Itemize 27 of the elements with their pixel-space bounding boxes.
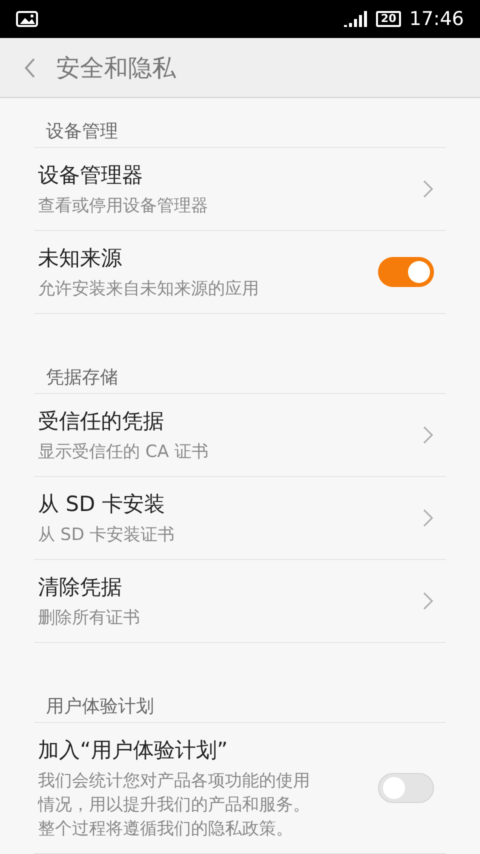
section-header: 设备管理: [46, 121, 118, 142]
status-time: 17:46: [409, 6, 464, 32]
section-header: 凭据存储: [46, 367, 118, 388]
item-subtitle: 显示受信任的 CA 证书: [38, 441, 208, 464]
item-title[interactable]: 从 SD 卡安装: [38, 489, 175, 519]
toggle-switch[interactable]: [378, 773, 434, 803]
item-title[interactable]: 未知来源: [38, 243, 259, 273]
toggle-switch[interactable]: [378, 257, 434, 287]
item-title[interactable]: 受信任的凭据: [38, 406, 208, 436]
item-subtitle: 从 SD 卡安装证书: [38, 524, 175, 547]
chevron-right-icon: [422, 508, 434, 528]
page-title: 安全和隐私: [56, 52, 176, 84]
item-title[interactable]: 清除凭据: [38, 572, 140, 602]
item-subtitle: 允许安装来自未知来源的应用: [38, 278, 259, 301]
back-icon[interactable]: [24, 56, 36, 78]
chevron-right-icon: [422, 591, 434, 611]
signal-icon: [344, 11, 368, 27]
section-header: 用户体验计划: [46, 696, 154, 717]
chevron-right-icon: [422, 179, 434, 199]
item-subtitle: 我们会统计您对产品各项功能的使用情况，用以提升我们的产品和服务。整个过程将遵循我们的隐私政策。: [38, 770, 311, 841]
item-title[interactable]: 加入“用户体验计划”: [38, 735, 318, 765]
chevron-right-icon: [422, 425, 434, 445]
battery-level: 20: [376, 11, 402, 27]
item-subtitle: 删除所有证书: [38, 607, 140, 630]
item-title[interactable]: 设备管理器: [38, 160, 208, 190]
item-subtitle: 查看或停用设备管理器: [38, 195, 208, 218]
image-icon: [16, 11, 38, 27]
